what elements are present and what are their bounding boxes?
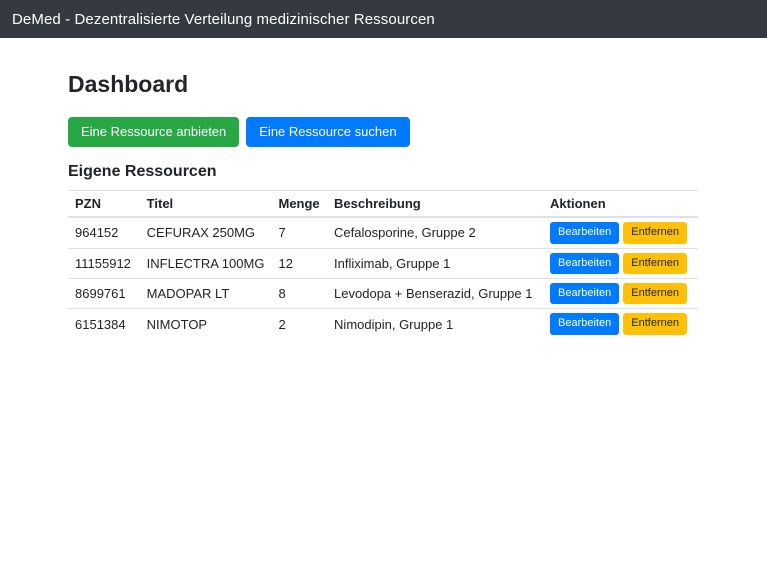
remove-button[interactable]: Entfernen: [623, 222, 687, 244]
cell-pzn: 8699761: [68, 277, 140, 309]
cell-titel: MADOPAR LT: [139, 277, 272, 309]
resources-section-title: Eigene Ressourcen: [68, 163, 217, 181]
column-header-pzn: PZN: [68, 190, 140, 219]
column-header-beschreibung: Beschreibung: [327, 190, 544, 219]
search-resource-button[interactable]: Eine Ressource suchen: [246, 117, 410, 148]
remove-button[interactable]: Entfernen: [623, 313, 687, 335]
cell-menge: 8: [271, 277, 328, 309]
offer-resource-button[interactable]: Eine Ressource anbieten: [68, 117, 240, 148]
page-title: Dashboard: [68, 71, 189, 97]
cell-pzn: 6151384: [68, 308, 140, 339]
table-row: 11155912 INFLECTRA 100MG 12 Infliximab, Gru…: [68, 247, 698, 279]
cell-beschreibung: Levodopa + Benserazid, Gruppe 1: [327, 277, 544, 309]
edit-button[interactable]: Bearbeiten: [550, 222, 620, 244]
cell-menge: 12: [271, 247, 328, 279]
navbar-brand[interactable]: DeMed - Dezentralisierte Verteilung medi…: [12, 11, 435, 28]
cell-titel: CEFURAX 250MG: [146, 225, 256, 241]
cell-beschreibung: Nimodipin, Gruppe 1: [327, 308, 544, 339]
table-row: 8699761 MADOPAR LT 8 Levodopa + Benserazid,…: [68, 277, 698, 309]
edit-button[interactable]: Bearbeiten: [550, 252, 620, 274]
edit-button[interactable]: Bearbeiten: [550, 313, 620, 335]
cell-titel: NIMOTOP: [139, 308, 272, 339]
cell-actions: Bearbeiten Entfernen: [543, 308, 698, 339]
table-row: 6151384 NIMOTOP 2 Nimodipin, Gruppe 1 Bearbe…: [68, 308, 698, 339]
resources-table-body: 964152 CEFURAX 250MG 7 Cefalosporine, Grupp…: [68, 217, 698, 339]
resources-table: PZN Titel Menge Beschreibung Aktionen 96…: [68, 190, 698, 339]
column-header-menge: Menge: [271, 190, 328, 219]
main-content: Dashboard Eine Ressource anbieten Eine R…: [68, 71, 698, 339]
cell-beschreibung: Cefalosporine, Gruppe 2: [334, 225, 476, 241]
cell-menge: 7: [278, 225, 286, 241]
cell-actions: Bearbeiten Entfernen: [543, 277, 698, 309]
cell-menge: 2: [271, 308, 328, 339]
cell-actions: Bearbeiten Entfernen: [543, 217, 698, 248]
table-row: 964152 CEFURAX 250MG 7 Cefalosporine, Grupp…: [68, 217, 698, 248]
cell-beschreibung: Infliximab, Gruppe 1: [327, 247, 544, 279]
remove-button[interactable]: Entfernen: [623, 282, 687, 305]
edit-button[interactable]: Bearbeiten: [550, 282, 620, 305]
navbar: DeMed - Dezentralisierte Verteilung medi…: [0, 0, 767, 38]
cell-titel: INFLECTRA 100MG: [139, 247, 272, 279]
cell-pzn: 964152: [75, 225, 119, 241]
table-header-row: PZN Titel Menge Beschreibung Aktionen: [68, 190, 698, 219]
remove-button[interactable]: Entfernen: [623, 252, 687, 274]
column-header-aktionen: Aktionen: [543, 190, 698, 219]
toolbar: Eine Ressource anbieten Eine Ressource s…: [68, 117, 698, 148]
cell-actions: Bearbeiten Entfernen: [543, 247, 698, 279]
cell-pzn: 11155912: [68, 247, 140, 279]
column-header-titel: Titel: [139, 190, 272, 219]
